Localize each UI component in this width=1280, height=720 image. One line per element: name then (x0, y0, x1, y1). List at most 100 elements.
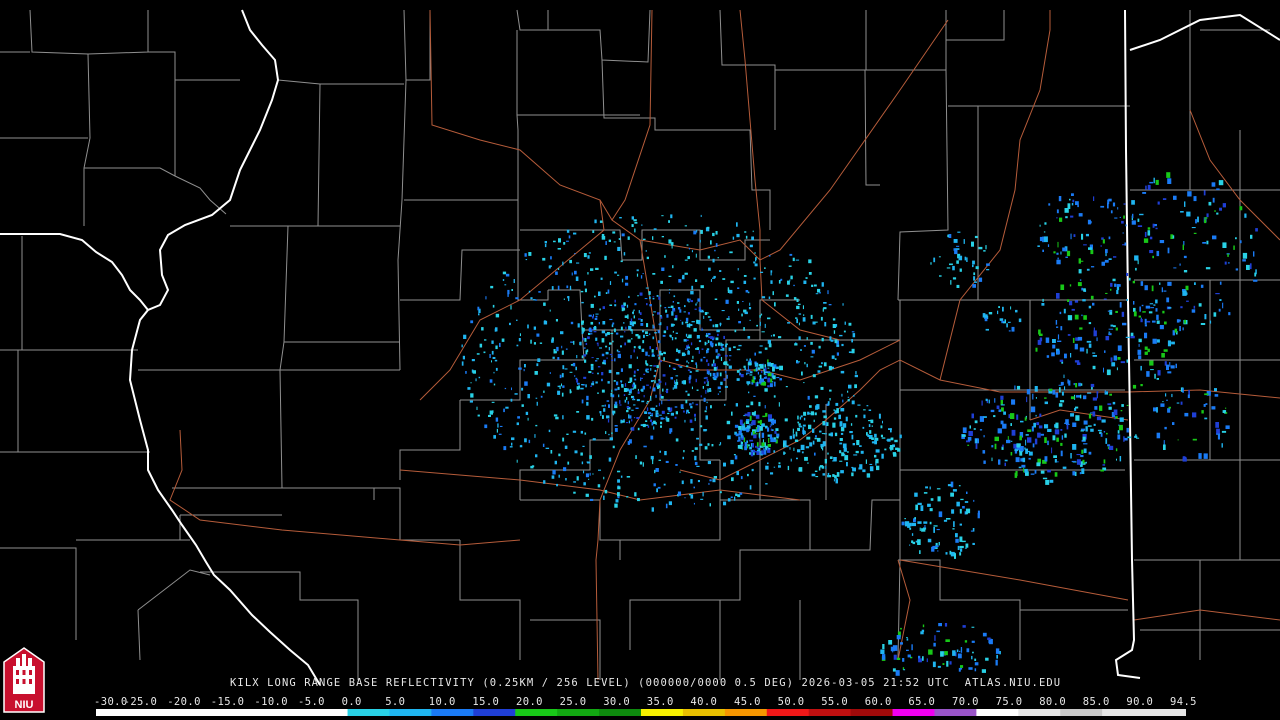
echo-pixel (927, 538, 932, 543)
echo-pixel (911, 533, 914, 536)
echo-pixel (705, 334, 709, 337)
echo-pixel (585, 384, 587, 388)
echo-pixel (821, 433, 825, 435)
echo-pixel (812, 374, 816, 378)
echo-pixel (927, 503, 931, 507)
echo-pixel (611, 324, 614, 328)
echo-pixel (906, 637, 908, 638)
echo-pixel (1139, 306, 1141, 312)
echo-pixel (645, 250, 647, 252)
echo-pixel (687, 393, 690, 396)
echo-pixel (847, 396, 850, 398)
echo-pixel (586, 349, 589, 353)
echo-pixel (1214, 388, 1217, 392)
echo-pixel (1079, 347, 1085, 352)
echo-pixel (1067, 334, 1071, 336)
echo-pixel (705, 376, 708, 379)
echo-pixel (1092, 302, 1095, 306)
echo-pixel (857, 404, 861, 406)
echo-pixel (462, 355, 465, 360)
echo-pixel (955, 538, 959, 543)
echo-pixel (1152, 338, 1157, 344)
echo-pixel (590, 329, 593, 331)
echo-pixel (770, 335, 772, 337)
echo-pixel (1187, 394, 1190, 399)
echo-pixel (1079, 279, 1082, 281)
echo-pixel (1108, 406, 1112, 410)
echo-pixel (758, 351, 762, 354)
echo-pixel (835, 478, 838, 484)
echo-pixel (1170, 365, 1175, 369)
echo-pixel (723, 501, 727, 506)
echo-pixel (643, 395, 645, 398)
colorbar-segment (515, 709, 558, 716)
echo-pixel (665, 503, 668, 509)
echo-pixel (1227, 262, 1230, 264)
echo-pixel (918, 655, 921, 659)
echo-pixel (700, 214, 702, 217)
echo-pixel (690, 479, 693, 484)
echo-pixel (1010, 440, 1013, 442)
echo-pixel (785, 294, 789, 297)
echo-pixel (1119, 302, 1122, 308)
echo-pixel (1123, 436, 1125, 442)
echo-pixel (649, 296, 651, 300)
echo-pixel (682, 274, 685, 280)
echo-pixel (974, 281, 977, 283)
echo-pixel (679, 309, 682, 313)
echo-pixel (1149, 181, 1154, 184)
echo-pixel (683, 311, 686, 313)
echo-pixel (659, 322, 662, 326)
echo-pixel (615, 332, 619, 335)
echo-pixel (490, 285, 494, 289)
echo-pixel (761, 424, 765, 427)
echo-pixel (975, 443, 978, 449)
colorbar-segment (682, 709, 726, 716)
echo-pixel (1126, 299, 1128, 301)
echo-pixel (649, 386, 651, 389)
echo-pixel (753, 449, 756, 453)
echo-pixel (605, 333, 608, 337)
echo-pixel (1167, 340, 1171, 347)
echo-pixel (543, 320, 548, 325)
echo-pixel (691, 250, 693, 253)
echo-pixel (998, 409, 1002, 412)
echo-pixel (880, 649, 885, 654)
echo-pixel (626, 496, 629, 498)
echo-pixel (923, 521, 928, 524)
echo-pixel (1114, 283, 1117, 287)
echo-pixel (764, 323, 766, 328)
echo-pixel (746, 381, 751, 384)
echo-pixel (701, 309, 704, 312)
echo-pixel (701, 327, 703, 331)
echo-pixel (585, 342, 588, 345)
echo-pixel (533, 326, 536, 330)
echo-pixel (795, 431, 798, 437)
echo-pixel (677, 302, 680, 304)
echo-pixel (1153, 177, 1155, 184)
echo-pixel (492, 304, 495, 308)
echo-pixel (651, 507, 654, 512)
echo-pixel (1193, 305, 1196, 309)
echo-pixel (1077, 282, 1082, 287)
echo-pixel (1167, 371, 1172, 374)
echo-pixel (1057, 241, 1059, 248)
echo-pixel (573, 491, 576, 494)
echo-pixel (1119, 417, 1124, 422)
echo-pixel (736, 348, 741, 351)
echo-pixel (753, 395, 756, 397)
echo-pixel (1239, 206, 1243, 211)
echo-pixel (651, 412, 653, 417)
echo-pixel (653, 311, 656, 313)
echo-pixel (646, 400, 650, 403)
echo-pixel (796, 457, 798, 460)
echo-pixel (761, 449, 763, 455)
echo-pixel (933, 525, 938, 527)
echo-pixel (800, 349, 802, 351)
echo-pixel (650, 395, 652, 399)
echo-pixel (814, 395, 819, 399)
echo-pixel (697, 480, 700, 483)
echo-pixel (1080, 455, 1084, 458)
echo-pixel (612, 322, 615, 325)
echo-pixel (735, 403, 738, 407)
